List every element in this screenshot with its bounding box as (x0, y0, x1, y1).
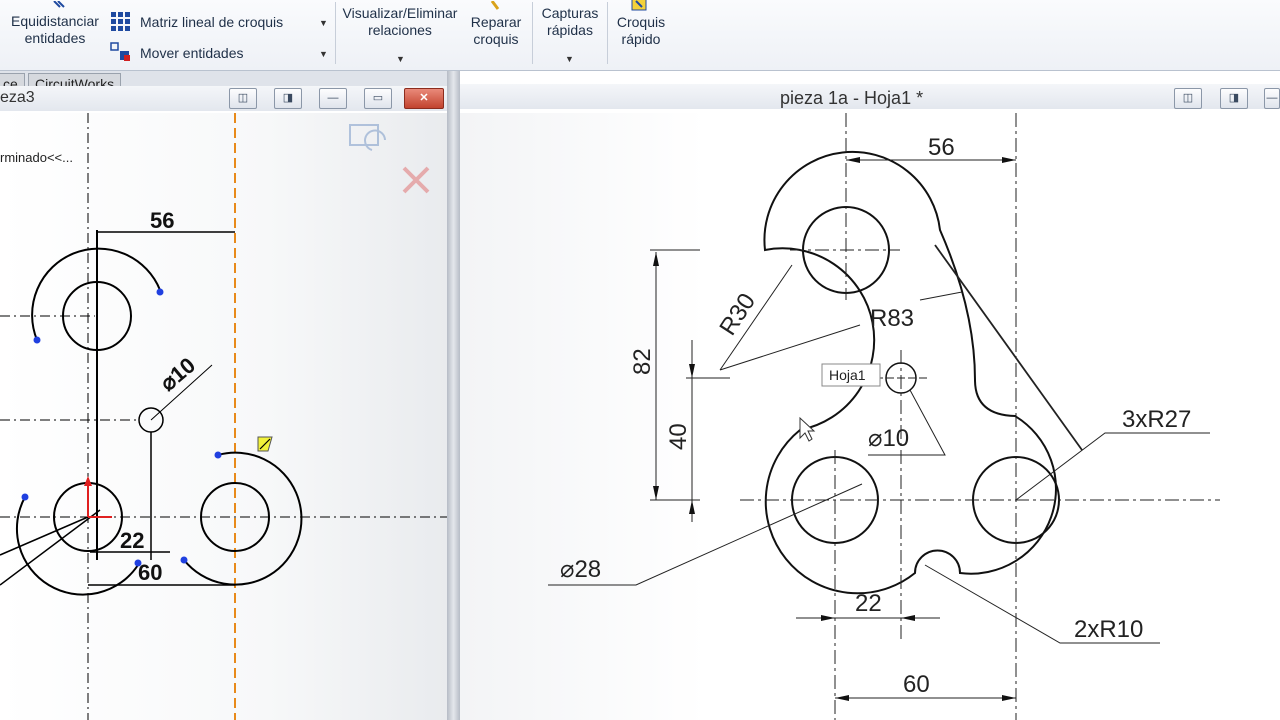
left-tile-vertical-button[interactable]: ◨ (274, 88, 302, 109)
dim-r30[interactable]: R30 (714, 289, 761, 341)
dim-22[interactable]: 22 (120, 528, 144, 553)
tangent-line (934, 244, 1083, 451)
relations-label-1: Visualizar/Eliminar (342, 5, 458, 21)
left-minimize-button[interactable]: — (319, 88, 347, 109)
coincident-relation-icon[interactable] (257, 436, 273, 452)
dim-56[interactable]: 56 (928, 134, 955, 161)
quick-snaps-button[interactable]: Capturas rápidas (536, 5, 604, 39)
arrowhead (835, 695, 849, 701)
display-delete-relations-button[interactable]: Visualizar/Eliminar relaciones (340, 5, 460, 39)
offset-entities-button[interactable]: Equidistanciar entidades (6, 13, 104, 47)
relations-dropdown-icon[interactable]: ▼ (396, 54, 405, 64)
arrowhead (1002, 695, 1016, 701)
snaps-label-2: rápidas (547, 22, 593, 38)
dim-r83[interactable]: R83 (870, 305, 914, 332)
mouse-cursor-icon (799, 416, 816, 442)
move-entities-dropdown-icon[interactable]: ▼ (319, 49, 328, 59)
sketch-point[interactable] (180, 556, 188, 564)
ribbon-separator (607, 2, 608, 64)
sketch-point[interactable] (156, 288, 164, 296)
move-entities-button[interactable]: Mover entidades (140, 45, 244, 62)
move-entities-icon[interactable] (110, 41, 132, 63)
arrowhead (689, 500, 695, 514)
origin-arrowhead (84, 476, 92, 486)
rapid-label-1: Croquis (616, 14, 666, 30)
arrowhead (653, 252, 659, 266)
dim-56[interactable]: 56 (150, 208, 174, 233)
repair-label-1: Reparar (470, 14, 522, 30)
leader-left-2 (0, 509, 101, 586)
dim-dia28[interactable]: ⌀28 (560, 556, 601, 583)
left-close-button[interactable]: ✕ (404, 88, 444, 109)
tooltip-text: Hoja1 (829, 367, 866, 383)
dim-r10[interactable]: 2xR10 (1074, 616, 1143, 643)
rapid-sketch-icon[interactable] (630, 0, 650, 12)
left-window-title: eza3 (0, 89, 35, 106)
dim-82[interactable]: 82 (629, 348, 656, 375)
ribbon-separator (335, 2, 336, 64)
dim-dia10[interactable]: ⌀10 (868, 425, 909, 452)
leader-r83 (919, 291, 963, 301)
left-maximize-button[interactable]: ▭ (364, 88, 392, 109)
rapid-sketch-button[interactable]: Croquis rápido (610, 14, 672, 48)
linear-pattern-icon[interactable] (110, 11, 132, 33)
dim-dia10[interactable]: ⌀10 (155, 352, 200, 395)
snaps-label-1: Capturas (541, 5, 599, 21)
part-outline (763, 150, 1057, 595)
relations-label-2: relaciones (368, 22, 432, 38)
undo-sketch-icon[interactable] (349, 124, 386, 151)
command-ribbon: Equidistanciar entidades Matriz lineal d… (0, 0, 1280, 71)
arrowhead (653, 486, 659, 500)
sketch-point[interactable] (33, 336, 41, 344)
sheet-tooltip: Hoja1 (821, 363, 881, 387)
arrowhead (689, 364, 695, 378)
sketch-point[interactable] (21, 493, 29, 501)
repair-label-2: croquis (473, 31, 519, 47)
dim-r27[interactable]: 3xR27 (1122, 406, 1191, 433)
right-window-title: pieza 1a - Hoja1 * (780, 88, 924, 108)
arrowhead (846, 157, 860, 163)
left-tile-horizontal-button[interactable]: ◫ (229, 88, 257, 109)
arrowhead (1002, 157, 1016, 163)
right-minimize-button[interactable]: — (1264, 88, 1280, 109)
dim-40[interactable]: 40 (665, 423, 692, 450)
cancel-sketch-icon[interactable] (402, 166, 430, 194)
dim-60[interactable]: 60 (138, 560, 162, 585)
right-tile-horizontal-button[interactable]: ◫ (1174, 88, 1202, 109)
sketch-canvas[interactable]: 56 ⌀10 22 60 rminado<<... (0, 113, 447, 720)
drawing-canvas[interactable]: 56 82 40 R30 R83 ⌀10 3xR27 ⌀28 22 2xR10 … (460, 113, 1280, 720)
snaps-dropdown-icon[interactable]: ▼ (565, 54, 574, 64)
offset-entities-icon[interactable] (52, 0, 66, 8)
offset-label-2: entidades (24, 30, 86, 46)
rapid-label-2: rápido (621, 31, 661, 47)
linear-pattern-button[interactable]: Matriz lineal de croquis (140, 14, 283, 31)
linear-pattern-dropdown-icon[interactable]: ▼ (319, 18, 328, 28)
leader-r27 (1015, 432, 1210, 501)
arrowhead (821, 615, 835, 621)
right-tile-vertical-button[interactable]: ◨ (1220, 88, 1248, 109)
repair-sketch-icon[interactable] (488, 0, 502, 10)
dim-22[interactable]: 22 (855, 590, 882, 617)
arrowhead (901, 615, 915, 621)
status-text: rminado<<... (0, 150, 73, 165)
offset-label-1: Equidistanciar (11, 13, 99, 29)
ribbon-separator (532, 2, 533, 64)
sketch-point[interactable] (214, 451, 222, 459)
window-splitter[interactable] (447, 71, 460, 720)
repair-sketch-button[interactable]: Reparar croquis (464, 14, 528, 48)
dim-60[interactable]: 60 (903, 671, 930, 698)
